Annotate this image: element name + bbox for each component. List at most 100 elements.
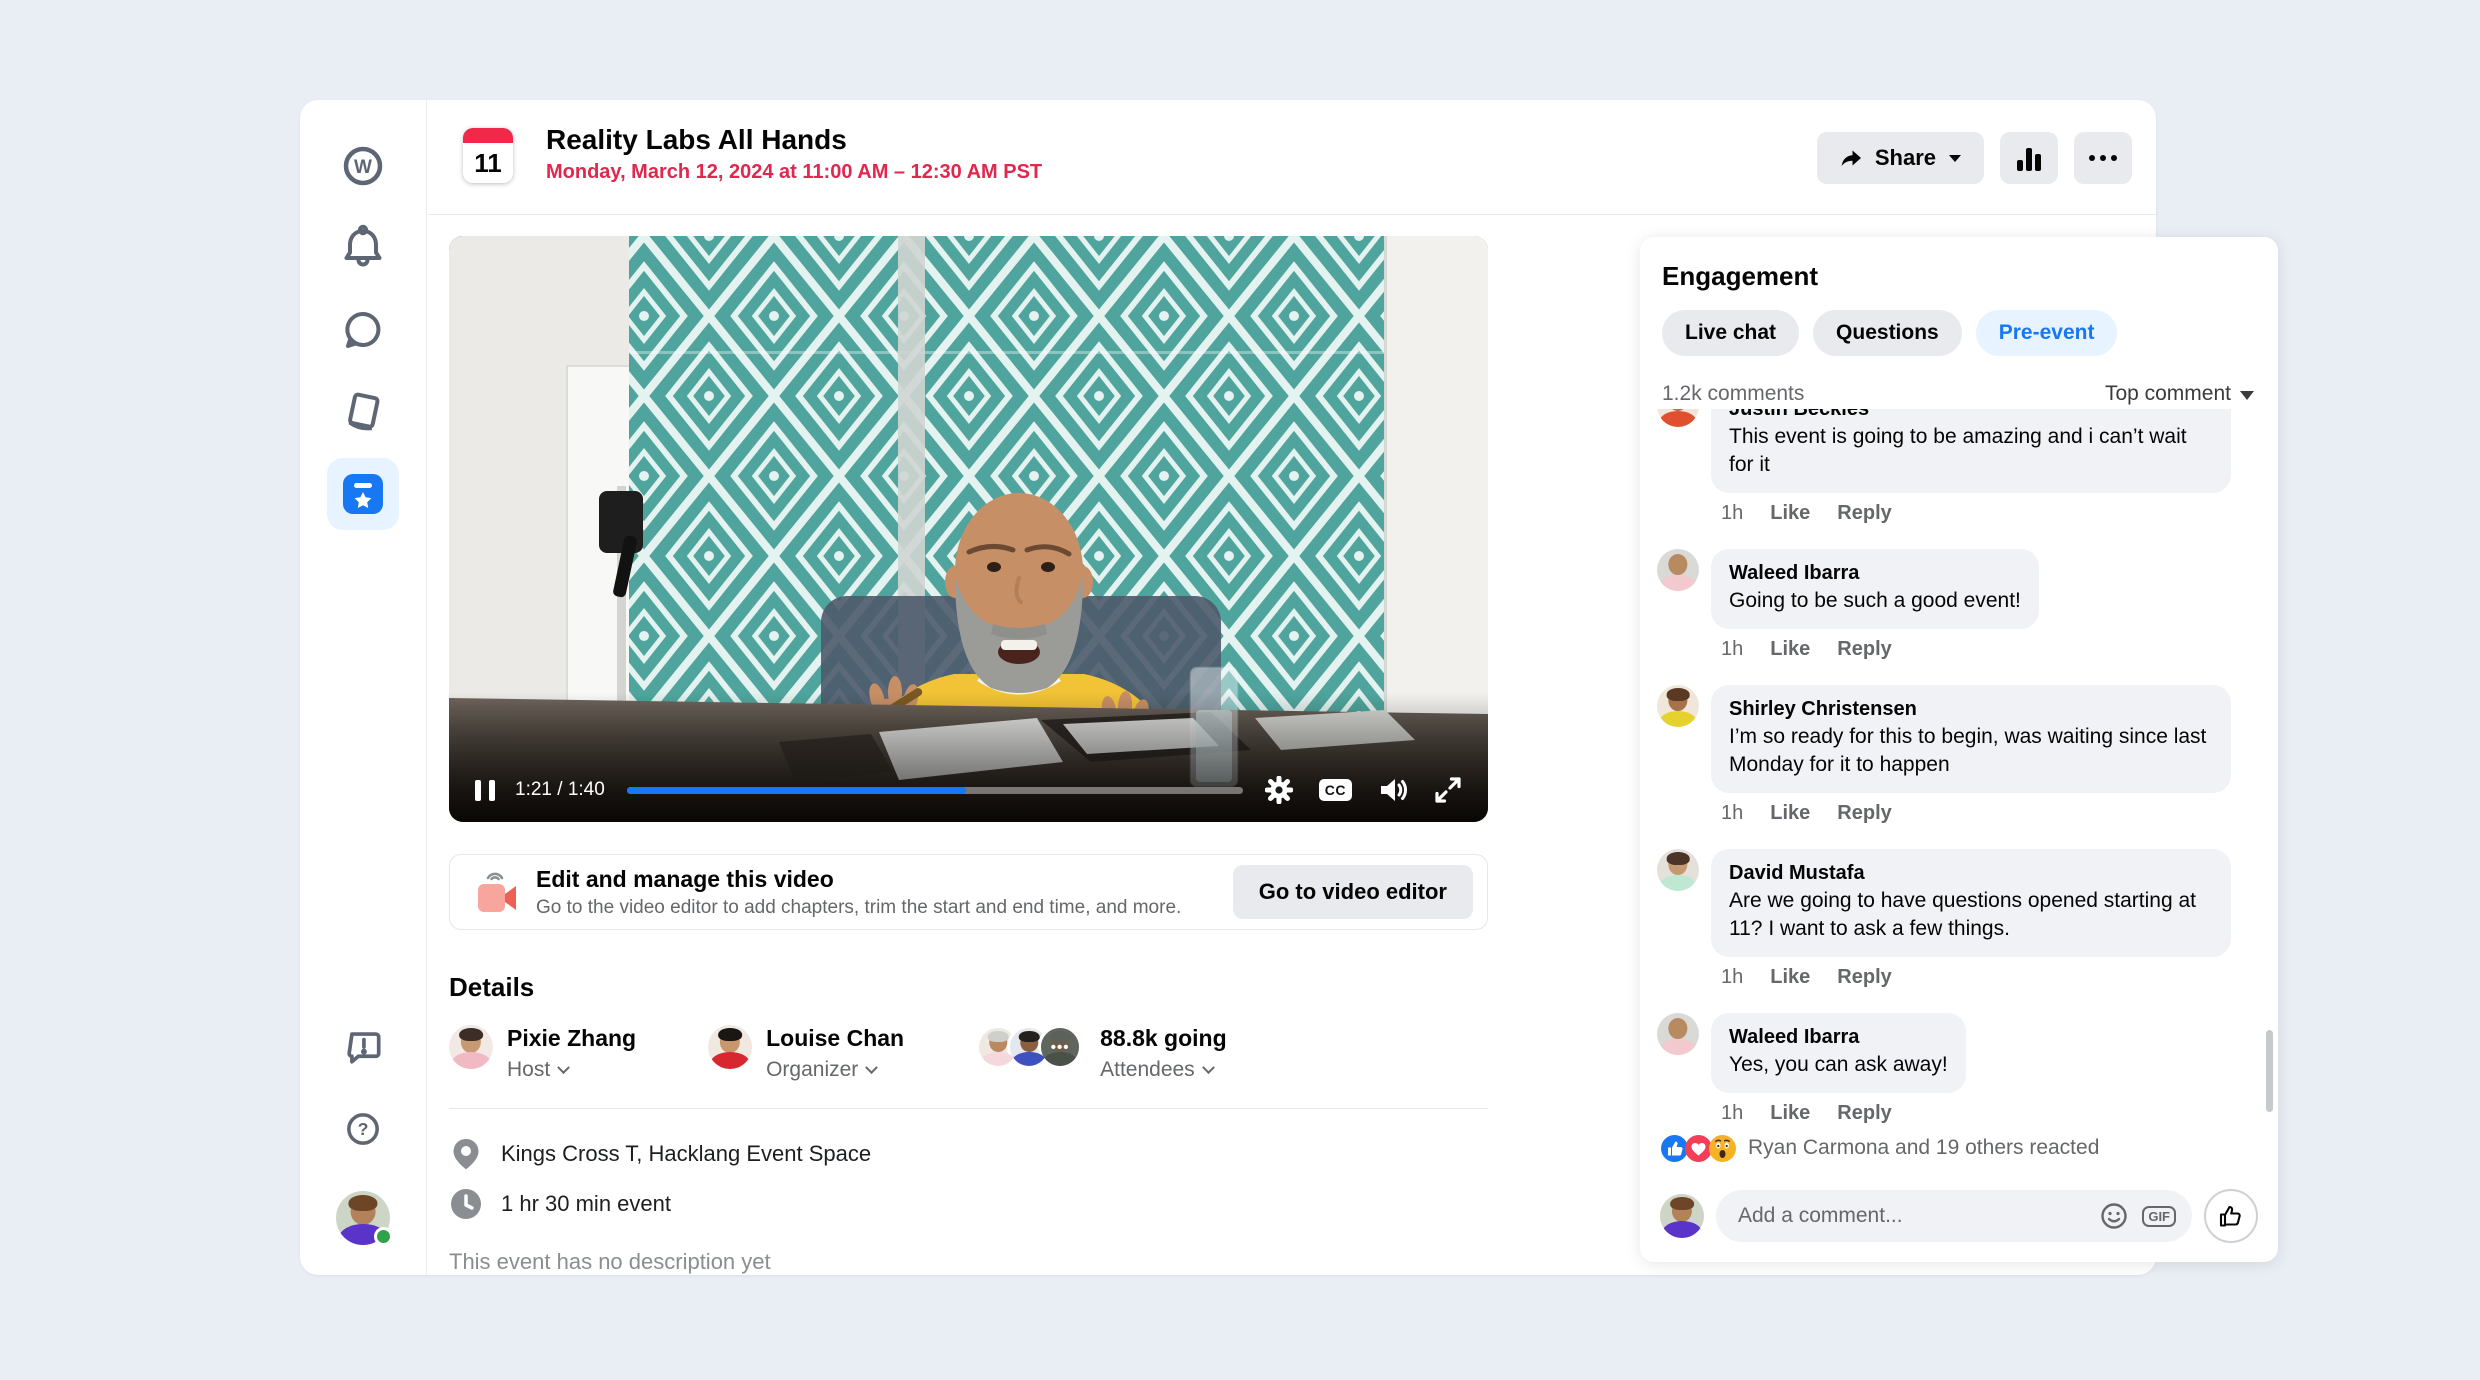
go-to-video-editor-button[interactable]: Go to video editor — [1233, 865, 1473, 919]
tab-questions[interactable]: Questions — [1813, 310, 1962, 356]
comment-actions: 1h Like Reply — [1721, 1102, 1966, 1125]
location-row: Kings Cross T, Hacklang Event Space — [449, 1137, 1488, 1171]
comment-timestamp: 1h — [1721, 966, 1743, 989]
sidebar-item-report[interactable] — [327, 1011, 399, 1083]
settings-gear-icon[interactable] — [1265, 776, 1293, 804]
insights-button[interactable] — [2000, 132, 2058, 184]
reaction-icons — [1661, 1135, 1736, 1162]
organizer-avatar — [708, 1025, 752, 1069]
commenter-name[interactable]: Waleed Ibarra — [1729, 1025, 1948, 1049]
commenter-name[interactable]: Shirley Christensen — [1729, 697, 2213, 721]
video-player[interactable]: 1:21 / 1:40 CC — [449, 236, 1488, 822]
reactions-text: Ryan Carmona and 19 others reacted — [1748, 1136, 2099, 1160]
left-sidebar: W — [300, 100, 427, 1275]
sidebar-item-home[interactable]: W — [327, 130, 399, 202]
volume-icon[interactable] — [1378, 776, 1408, 804]
duration-row: 1 hr 30 min event — [449, 1187, 1488, 1221]
video-progress-bar[interactable] — [627, 787, 1243, 794]
comment-reply-button[interactable]: Reply — [1837, 502, 1891, 525]
sidebar-item-help[interactable]: ? — [327, 1093, 399, 1165]
banner-title: Edit and manage this video — [536, 866, 1233, 893]
comment-item: Justin Beckles This event is going to be… — [1657, 409, 2260, 541]
chevron-down-icon — [1202, 1061, 1215, 1074]
commenter-avatar[interactable] — [1657, 549, 1699, 591]
my-profile-avatar[interactable] — [336, 1191, 390, 1245]
comment-bubble: Waleed Ibarra Yes, you can ask away! — [1711, 1013, 1966, 1093]
clock-icon — [449, 1187, 483, 1221]
comments-list[interactable]: Justin Beckles This event is going to be… — [1640, 409, 2270, 1125]
engagement-panel: Engagement Live chatQuestionsPre-event 1… — [1640, 237, 2278, 1262]
host-name: Pixie Zhang — [507, 1025, 636, 1051]
comment-like-button[interactable]: Like — [1770, 638, 1810, 661]
caret-down-icon — [2240, 391, 2254, 400]
bar-chart-icon — [2016, 144, 2042, 172]
comment-bubble: Shirley Christensen I’m so ready for thi… — [1711, 685, 2231, 793]
sidebar-item-knowledge-library[interactable] — [327, 376, 399, 448]
host-role-dropdown[interactable]: Host — [507, 1058, 636, 1082]
banner-subtitle: Go to the video editor to add chapters, … — [536, 897, 1233, 919]
chat-bubble-icon — [337, 304, 389, 356]
comment-reply-button[interactable]: Reply — [1837, 966, 1891, 989]
commenter-avatar[interactable] — [1657, 409, 1699, 427]
commenter-avatar[interactable] — [1657, 1013, 1699, 1055]
commenter-name[interactable]: David Mustafa — [1729, 861, 2213, 885]
comment-like-button[interactable]: Like — [1770, 1102, 1810, 1125]
captions-button[interactable]: CC — [1319, 779, 1352, 801]
tab-pre-event[interactable]: Pre-event — [1976, 310, 2118, 356]
commenter-avatar[interactable] — [1657, 685, 1699, 727]
tab-live-chat[interactable]: Live chat — [1662, 310, 1799, 356]
comment-like-button[interactable]: Like — [1770, 502, 1810, 525]
comment-like-button[interactable]: Like — [1770, 966, 1810, 989]
organizer-card[interactable]: Louise Chan Organizer — [708, 1025, 904, 1082]
comment-item: Waleed Ibarra Yes, you can ask away! 1h … — [1657, 1013, 2260, 1125]
emoji-picker-icon[interactable] — [2100, 1202, 2128, 1230]
sidebar-item-notifications[interactable] — [327, 212, 399, 284]
comment-actions: 1h Like Reply — [1721, 802, 2231, 825]
comment-reply-button[interactable]: Reply — [1837, 802, 1891, 825]
report-problem-icon — [339, 1023, 387, 1071]
event-header: 11 Reality Labs All Hands Monday, March … — [428, 100, 2156, 215]
pause-button[interactable] — [475, 780, 495, 801]
details-heading: Details — [449, 972, 1488, 1003]
fullscreen-icon[interactable] — [1434, 776, 1462, 804]
share-button[interactable]: Share — [1817, 132, 1984, 184]
commenter-avatar[interactable] — [1657, 849, 1699, 891]
sort-comments-dropdown[interactable]: Top comment — [2105, 382, 2254, 406]
host-card[interactable]: Pixie Zhang Host — [449, 1025, 636, 1082]
comment-like-button[interactable]: Like — [1770, 802, 1810, 825]
comment-timestamp: 1h — [1721, 502, 1743, 525]
commenter-name[interactable]: Justin Beckles — [1729, 409, 2213, 421]
organizer-role-dropdown[interactable]: Organizer — [766, 1058, 904, 1082]
comment-text: Yes, you can ask away! — [1729, 1051, 1948, 1079]
comment-timestamp: 1h — [1721, 1102, 1743, 1125]
comment-reply-button[interactable]: Reply — [1837, 1102, 1891, 1125]
divider — [449, 1108, 1488, 1109]
attendees-count: 88.8k going — [1100, 1025, 1227, 1051]
location-text: Kings Cross T, Hacklang Event Space — [501, 1141, 871, 1167]
comment-text: Are we going to have questions opened st… — [1729, 887, 2213, 943]
event-datetime: Monday, March 12, 2024 at 11:00 AM – 12:… — [546, 161, 1042, 184]
quick-like-button[interactable] — [2204, 1189, 2258, 1243]
comments-scrollbar[interactable] — [2266, 1030, 2273, 1112]
sidebar-item-chat[interactable] — [327, 294, 399, 366]
host-avatar — [449, 1025, 493, 1069]
organizer-name: Louise Chan — [766, 1025, 904, 1051]
share-icon — [1839, 146, 1863, 170]
comment-actions: 1h Like Reply — [1721, 638, 2039, 661]
reactions-row[interactable]: Ryan Carmona and 19 others reacted — [1661, 1131, 2258, 1165]
comment-reply-button[interactable]: Reply — [1837, 638, 1891, 661]
commenter-name[interactable]: Waleed Ibarra — [1729, 561, 2021, 585]
sidebar-item-events[interactable] — [327, 458, 399, 530]
attendees-card[interactable]: ••• 88.8k going Attendees — [976, 1025, 1227, 1082]
video-controls: 1:21 / 1:40 CC — [449, 758, 1488, 822]
more-options-button[interactable] — [2074, 132, 2132, 184]
book-icon — [337, 386, 389, 438]
comment-text: I’m so ready for this to begin, was wait… — [1729, 723, 2213, 779]
comment-timestamp: 1h — [1721, 802, 1743, 825]
comment-item: Shirley Christensen I’m so ready for thi… — [1657, 685, 2260, 841]
gif-picker-icon[interactable]: GIF — [2142, 1206, 2176, 1227]
attendees-dropdown[interactable]: Attendees — [1100, 1058, 1227, 1082]
chevron-down-icon — [1948, 154, 1962, 163]
workplace-logo-icon: W — [337, 140, 389, 192]
comment-input-pill[interactable]: GIF — [1716, 1190, 2192, 1242]
